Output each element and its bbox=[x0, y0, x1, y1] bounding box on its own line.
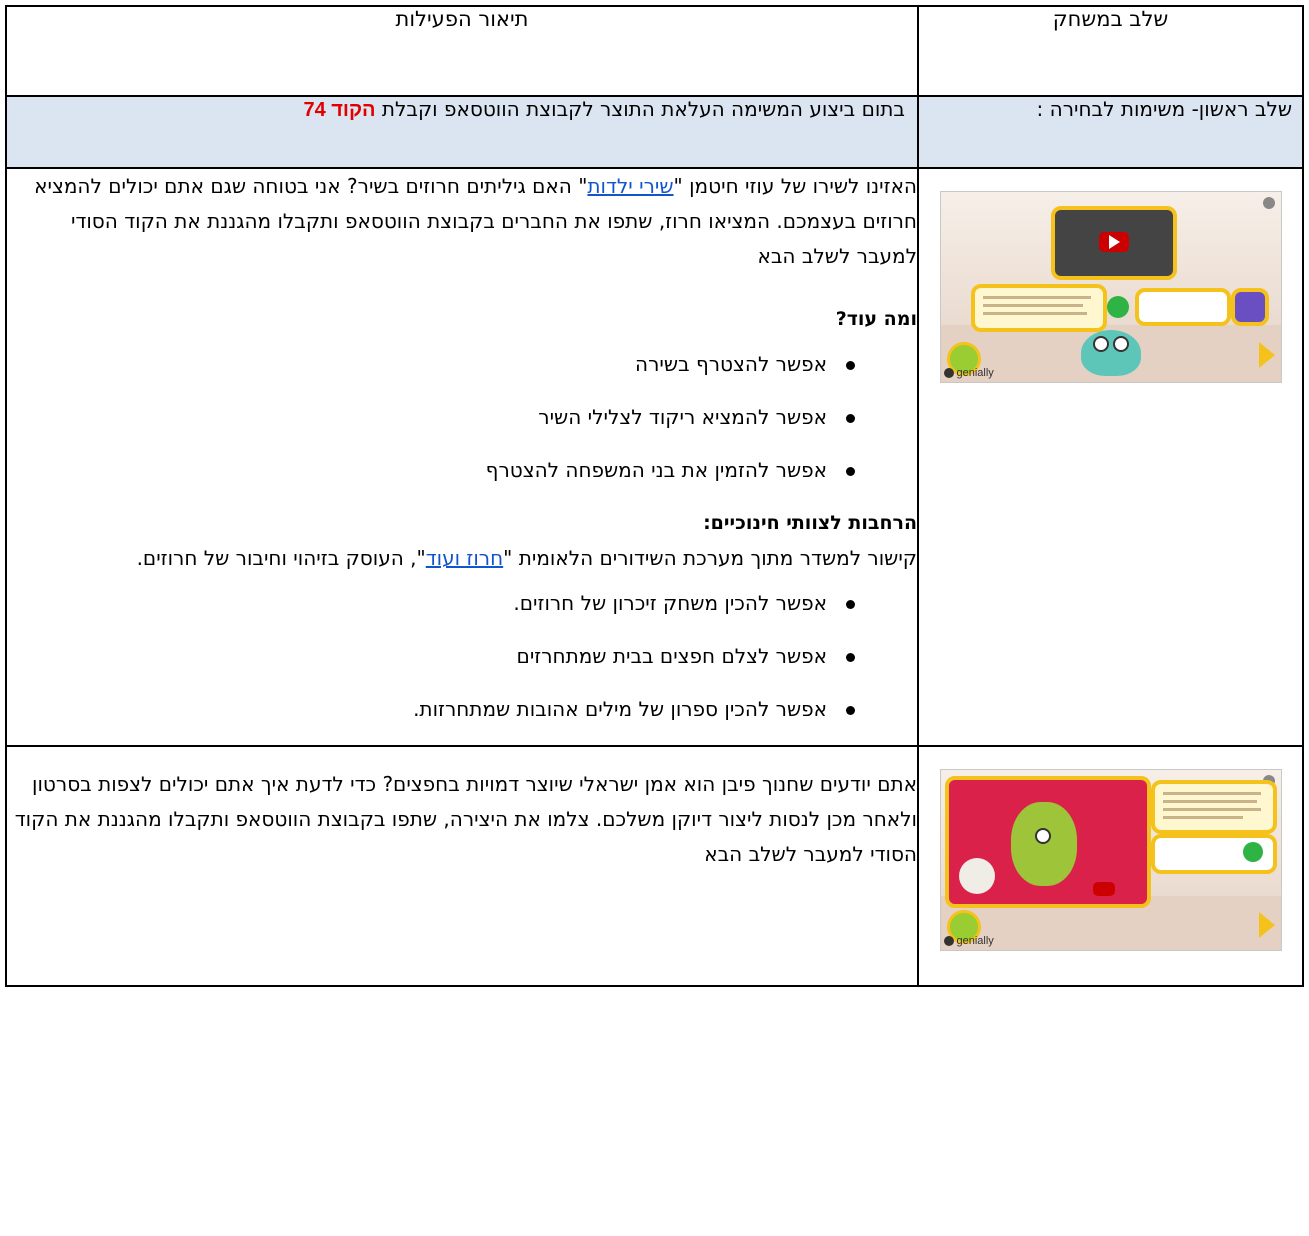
arrow-icon[interactable] bbox=[1258, 342, 1275, 368]
row1-intro: האזינו לשירו של עוזי חיטמן "שירי ילדות" … bbox=[7, 169, 917, 274]
list-item: אפשר להכין ספרון של מילים אהובות שמתחרזו… bbox=[7, 692, 917, 727]
broadcast-link[interactable]: חרוז ועוד bbox=[426, 546, 503, 570]
ext-text-start: קישור למשדר מתוך מערכת השידורים הלאומית … bbox=[503, 546, 917, 570]
header-row: שלב במשחק תיאור הפעילות bbox=[5, 5, 1304, 97]
section-row: שלב ראשון- משימות לבחירה : בתום ביצוע המ… bbox=[5, 95, 1304, 169]
genially-logo-icon bbox=[943, 936, 954, 946]
list-item: אפשר לצלם חפצים בבית שמתחרזים bbox=[7, 639, 917, 674]
activity-row-2: genially אתם יודעים שחנוך פיבן הוא אמן י… bbox=[5, 745, 1304, 987]
more-heading: ומה עוד? bbox=[835, 308, 917, 330]
monster-icon bbox=[1080, 330, 1141, 376]
text-box bbox=[1150, 780, 1277, 834]
more-list: אפשר להצטרף בשירה אפשר להמציא ריקוד לצלי… bbox=[7, 347, 917, 488]
avatar-icon bbox=[1230, 288, 1269, 326]
plate bbox=[958, 858, 995, 894]
row1-thumbnail[interactable]: genially bbox=[939, 191, 1282, 383]
video-icon[interactable] bbox=[1092, 882, 1115, 896]
row2-content: אתם יודעים שחנוך פיבן הוא אמן ישראלי שיו… bbox=[5, 745, 919, 987]
list-item: אפשר להמציא ריקוד לצלילי השיר bbox=[7, 400, 917, 435]
section-code: הקוד 74 bbox=[303, 99, 376, 121]
info-icon[interactable] bbox=[1262, 197, 1275, 209]
row2-thumbnail[interactable]: genially bbox=[939, 769, 1282, 951]
text-line bbox=[1162, 800, 1257, 803]
section-description: בתום ביצוע המשימה העלאת התוצר לקבוצת הוו… bbox=[5, 95, 919, 169]
ext-list: אפשר להכין משחק זיכרון של חרוזים. אפשר ל… bbox=[7, 586, 917, 727]
genially-logo-text: genially bbox=[956, 935, 994, 947]
video-frame bbox=[1050, 206, 1177, 280]
header-stage: שלב במשחק bbox=[917, 5, 1304, 97]
activities-table: שלב במשחק תיאור הפעילות שלב ראשון- משימו… bbox=[5, 5, 1304, 987]
play-icon bbox=[1108, 235, 1120, 249]
text-line bbox=[982, 312, 1087, 315]
audio-player[interactable] bbox=[1150, 834, 1277, 874]
video-frame bbox=[944, 776, 1151, 908]
ext-heading: הרחבות לצוותי חינוכיים: bbox=[703, 512, 917, 534]
section-desc-text: בתום ביצוע המשימה העלאת התוצר לקבוצת הוו… bbox=[381, 97, 905, 121]
portrait-eye bbox=[1034, 828, 1051, 844]
genially-logo-text: genially bbox=[956, 367, 994, 379]
ext-text-end: ", העוסק בזיהוי וחיבור של חרוזים. bbox=[136, 546, 426, 570]
text-line bbox=[1162, 792, 1261, 795]
audio-player[interactable] bbox=[1134, 288, 1231, 326]
header-activities: תיאור הפעילות bbox=[5, 5, 919, 97]
section-stage: שלב ראשון- משימות לבחירה : bbox=[917, 95, 1304, 169]
list-item: אפשר להצטרף בשירה bbox=[7, 347, 917, 382]
row2-thumb-cell: genially bbox=[917, 745, 1304, 987]
text-box bbox=[970, 284, 1107, 332]
whatsapp-icon[interactable] bbox=[1242, 842, 1263, 862]
text-line bbox=[982, 296, 1091, 299]
intro-text: האזינו לשירו של עוזי חיטמן " bbox=[673, 174, 917, 198]
genially-logo-icon bbox=[943, 368, 954, 378]
list-item: אפשר להזמין את בני המשפחה להצטרף bbox=[7, 453, 917, 488]
text-line bbox=[1162, 808, 1261, 811]
arrow-icon[interactable] bbox=[1258, 912, 1275, 938]
row2-text: אתם יודעים שחנוך פיבן הוא אמן ישראלי שיו… bbox=[14, 772, 917, 866]
text-line bbox=[1162, 816, 1243, 819]
list-item: אפשר להכין משחק זיכרון של חרוזים. bbox=[7, 586, 917, 621]
activity-row-1: genially האזינו לשירו של עוזי חיטמן "שיר… bbox=[5, 167, 1304, 747]
row1-content: האזינו לשירו של עוזי חיטמן "שירי ילדות" … bbox=[5, 167, 919, 747]
portrait-face bbox=[1010, 802, 1077, 886]
song-link[interactable]: שירי ילדות bbox=[587, 174, 673, 198]
row1-thumb-cell: genially bbox=[917, 167, 1304, 747]
ext-text: קישור למשדר מתוך מערכת השידורים הלאומית … bbox=[7, 541, 917, 576]
monster-eye bbox=[1092, 336, 1109, 352]
whatsapp-icon[interactable] bbox=[1106, 296, 1129, 318]
monster-eye bbox=[1112, 336, 1129, 352]
text-line bbox=[982, 304, 1083, 307]
